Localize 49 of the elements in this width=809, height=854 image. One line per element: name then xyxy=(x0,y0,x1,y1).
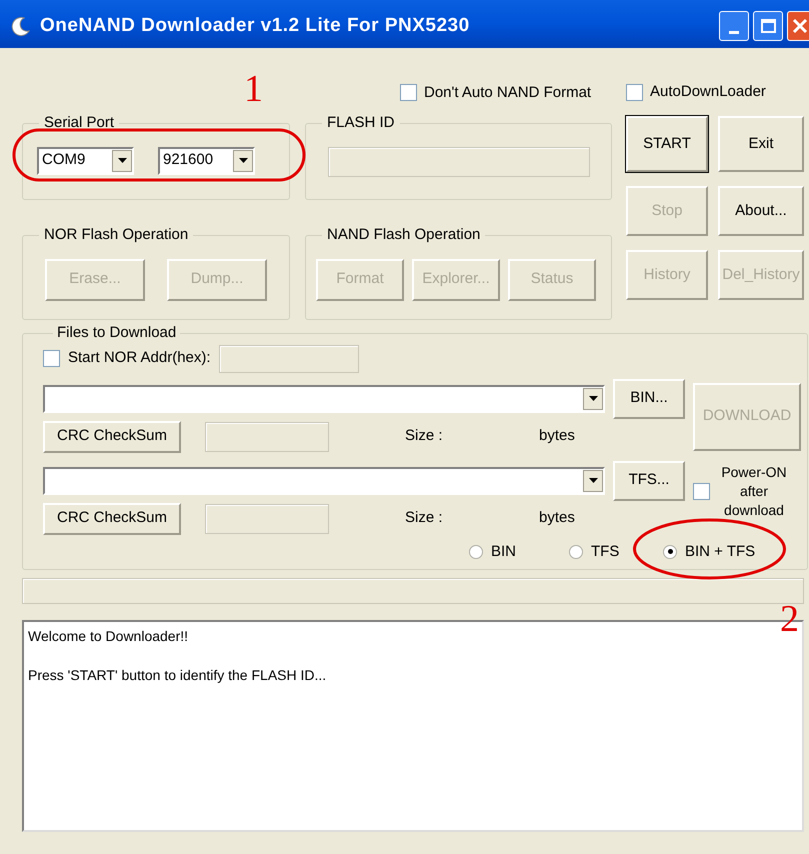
window-title: OneNAND Downloader v1.2 Lite For PNX5230 xyxy=(40,14,470,38)
size-label: Size : xyxy=(405,508,444,528)
text-field[interactable] xyxy=(328,146,590,176)
dropdown[interactable] xyxy=(43,466,605,494)
checkbox[interactable] xyxy=(693,482,710,500)
size-unit: bytes xyxy=(539,508,575,528)
checkbox[interactable] xyxy=(626,84,643,100)
button[interactable]: About... xyxy=(718,186,804,236)
button[interactable]: CRC CheckSum xyxy=(43,502,181,534)
radio-button[interactable] xyxy=(469,544,483,559)
text-field[interactable] xyxy=(205,422,329,452)
checkbox-label: AutoDownLoader xyxy=(650,82,766,102)
checkbox-label: Don't Auto NAND Format xyxy=(424,82,592,102)
dropdown[interactable] xyxy=(43,384,605,412)
size-unit: bytes xyxy=(539,426,575,446)
group-title: NOR Flash Operation xyxy=(43,225,190,245)
radio-button[interactable] xyxy=(569,544,583,559)
button[interactable]: CRC CheckSum xyxy=(43,420,181,452)
checkbox[interactable] xyxy=(43,350,60,367)
dropdown-value: 921600 xyxy=(162,150,214,170)
size-label: Size : xyxy=(405,426,444,446)
text-field[interactable] xyxy=(218,344,359,372)
log-line: Welcome to Downloader!! xyxy=(28,627,190,646)
dropdown-value: COM9 xyxy=(41,150,86,170)
group-title: FLASH ID xyxy=(326,113,396,133)
dropdown[interactable]: 921600 xyxy=(158,146,255,174)
group-title: Serial Port xyxy=(43,113,116,133)
field-label: Start NOR Addr(hex): xyxy=(68,348,211,368)
minimize-icon[interactable] xyxy=(719,11,749,41)
radio-label: BIN + TFS xyxy=(685,542,756,562)
button[interactable]: START xyxy=(626,116,708,172)
close-icon[interactable] xyxy=(787,11,809,41)
annotation-number: 2 xyxy=(780,600,799,640)
group-title: Files to Download xyxy=(56,323,178,343)
radio-button[interactable] xyxy=(663,544,677,559)
group-title: NAND Flash Operation xyxy=(326,225,482,245)
dropdown[interactable]: COM9 xyxy=(37,146,134,174)
checkbox[interactable] xyxy=(400,84,417,102)
button[interactable]: BIN... xyxy=(613,378,685,418)
text-field[interactable] xyxy=(205,504,329,534)
checkbox-label: Power-ON after download xyxy=(720,462,788,520)
annotation-number: 1 xyxy=(244,70,264,112)
moon-icon xyxy=(10,15,32,37)
maximize-icon[interactable] xyxy=(753,11,783,41)
radio-label: BIN xyxy=(491,542,516,562)
radio-label: TFS xyxy=(591,542,620,562)
button[interactable]: Exit xyxy=(718,116,804,172)
log-line: Press 'START' button to identify the FLASH ID... xyxy=(28,666,328,685)
button[interactable]: TFS... xyxy=(613,460,685,500)
